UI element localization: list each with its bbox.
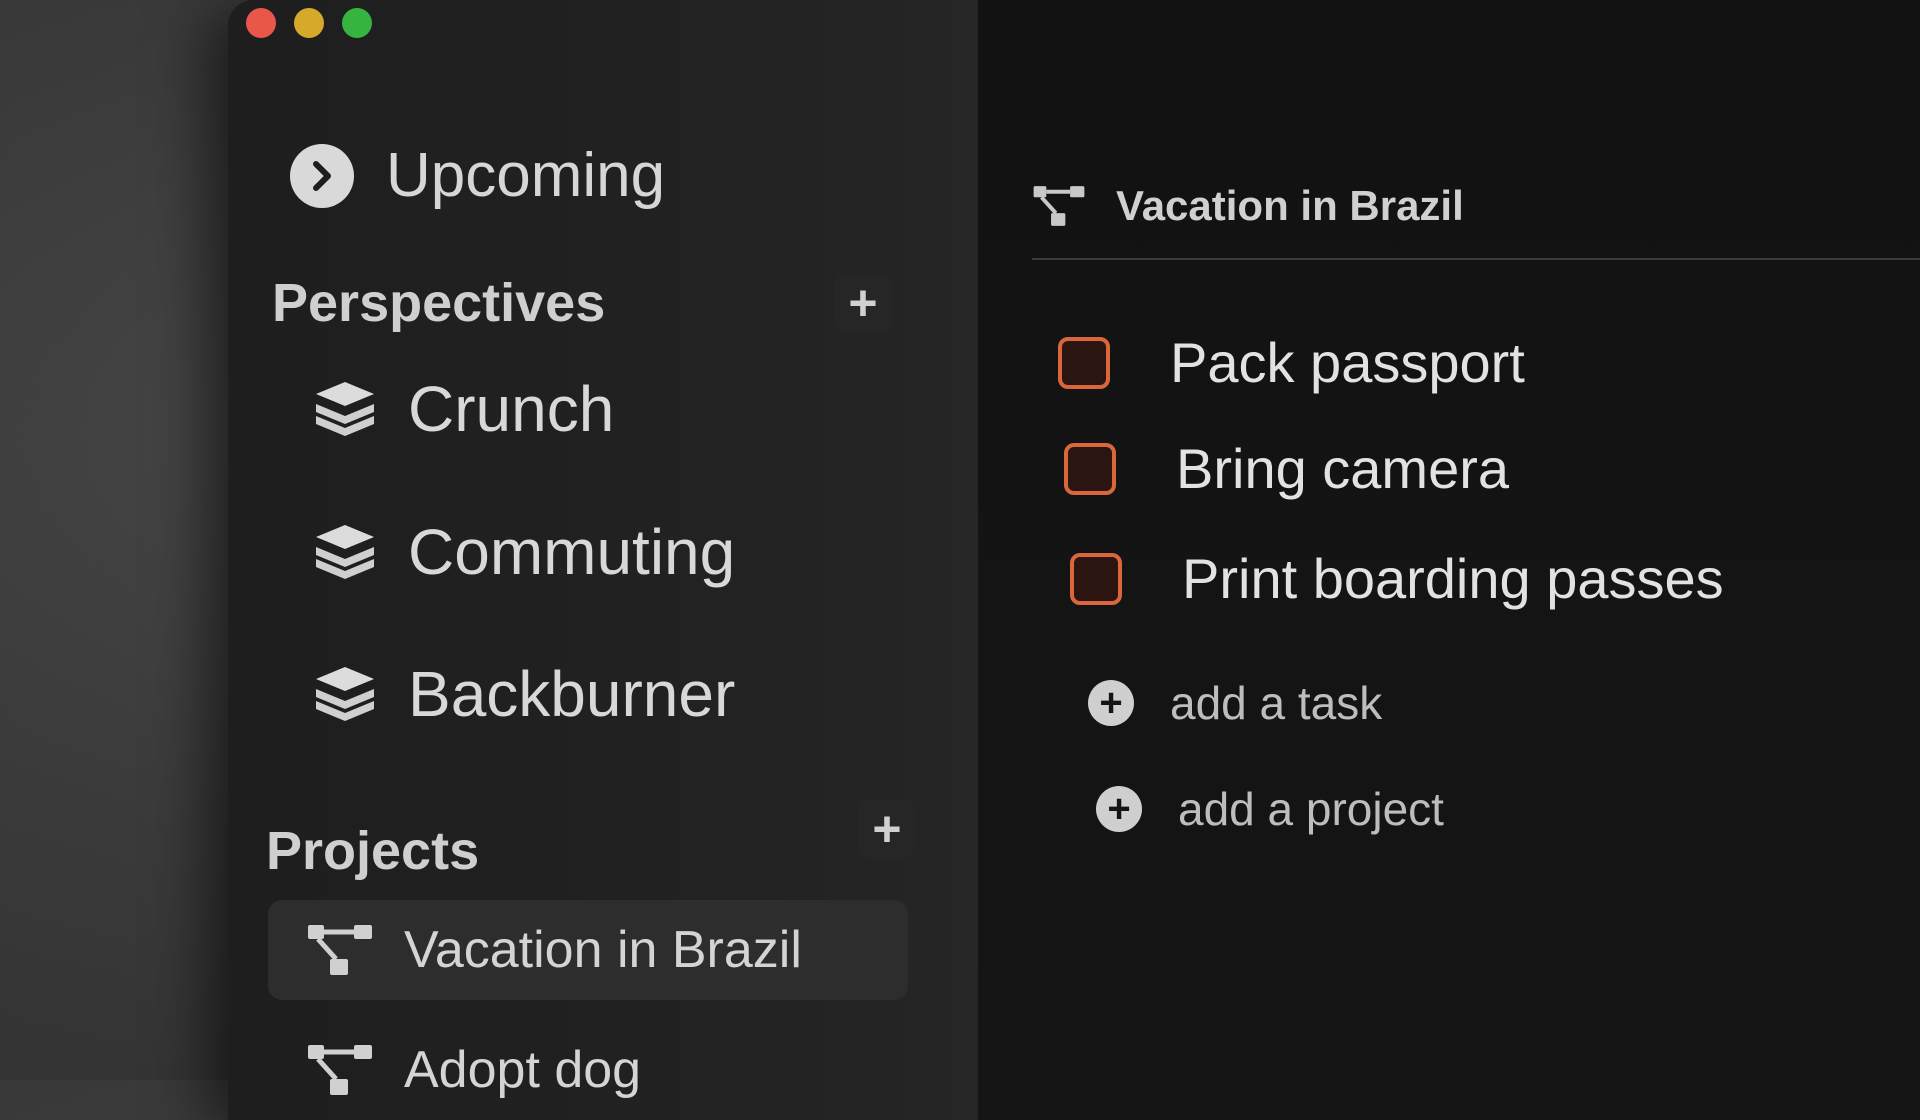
sidebar-item-label: Commuting <box>408 516 736 588</box>
task-label[interactable]: Print boarding passes <box>1182 546 1724 611</box>
perspectives-heading: Perspectives <box>272 273 606 333</box>
page-title: Vacation in Brazil <box>1116 182 1464 229</box>
plus-circle-icon: + <box>1088 680 1134 726</box>
header-divider <box>1032 258 1920 260</box>
sidebar-item-label: Upcoming <box>386 141 666 210</box>
project-tree-icon <box>308 1045 372 1095</box>
layers-icon <box>316 382 374 436</box>
sidebar-item-upcoming[interactable]: Upcoming <box>290 140 665 211</box>
app-window: Upcoming Perspectives + Crunch Commuting <box>228 0 1920 1120</box>
sidebar-item-vacation-in-brazil[interactable]: Vacation in Brazil <box>268 900 908 1000</box>
add-task-label: add a task <box>1170 677 1383 729</box>
main-pane: Vacation in Brazil Pack passport Bring c… <box>978 0 1920 1120</box>
sidebar-item-label: Adopt dog <box>404 1041 642 1099</box>
task-checkbox[interactable] <box>1058 336 1110 389</box>
project-tree-icon <box>1033 186 1085 226</box>
zoom-window-button[interactable] <box>342 8 372 38</box>
sidebar-item-commuting[interactable]: Commuting <box>310 515 735 589</box>
task-checkbox[interactable] <box>1070 552 1122 605</box>
add-perspective-button[interactable]: + <box>834 274 892 332</box>
add-project-button[interactable]: + add a project <box>1096 782 1444 836</box>
add-project-label: add a project <box>1178 783 1444 835</box>
task-row: Bring camera <box>1064 436 1509 501</box>
close-window-button[interactable] <box>246 8 276 38</box>
task-checkbox[interactable] <box>1064 442 1116 495</box>
sidebar-item-label: Vacation in Brazil <box>404 921 802 979</box>
task-row: Pack passport <box>1058 330 1525 395</box>
layers-icon <box>316 667 374 721</box>
sidebar-item-label: Backburner <box>408 658 736 730</box>
add-project-sidebar-button[interactable]: + <box>858 800 916 858</box>
add-task-button[interactable]: + add a task <box>1088 676 1382 730</box>
sidebar-item-backburner[interactable]: Backburner <box>310 657 735 731</box>
task-row: Print boarding passes <box>1070 546 1724 611</box>
task-label[interactable]: Bring camera <box>1176 436 1509 501</box>
layers-icon <box>316 525 374 579</box>
project-tree-icon <box>308 925 372 975</box>
sidebar-item-crunch[interactable]: Crunch <box>310 372 614 446</box>
sidebar-item-label: Crunch <box>408 373 615 445</box>
minimize-window-button[interactable] <box>294 8 324 38</box>
window-controls <box>246 8 372 38</box>
project-header: Vacation in Brazil <box>1032 182 1464 230</box>
task-label[interactable]: Pack passport <box>1170 330 1525 395</box>
sidebar: Upcoming Perspectives + Crunch Commuting <box>228 0 978 1120</box>
plus-circle-icon: + <box>1096 786 1142 832</box>
chevron-right-circle-icon <box>290 143 354 208</box>
sidebar-item-adopt-dog[interactable]: Adopt dog <box>268 1020 641 1120</box>
projects-heading: Projects <box>266 821 480 881</box>
